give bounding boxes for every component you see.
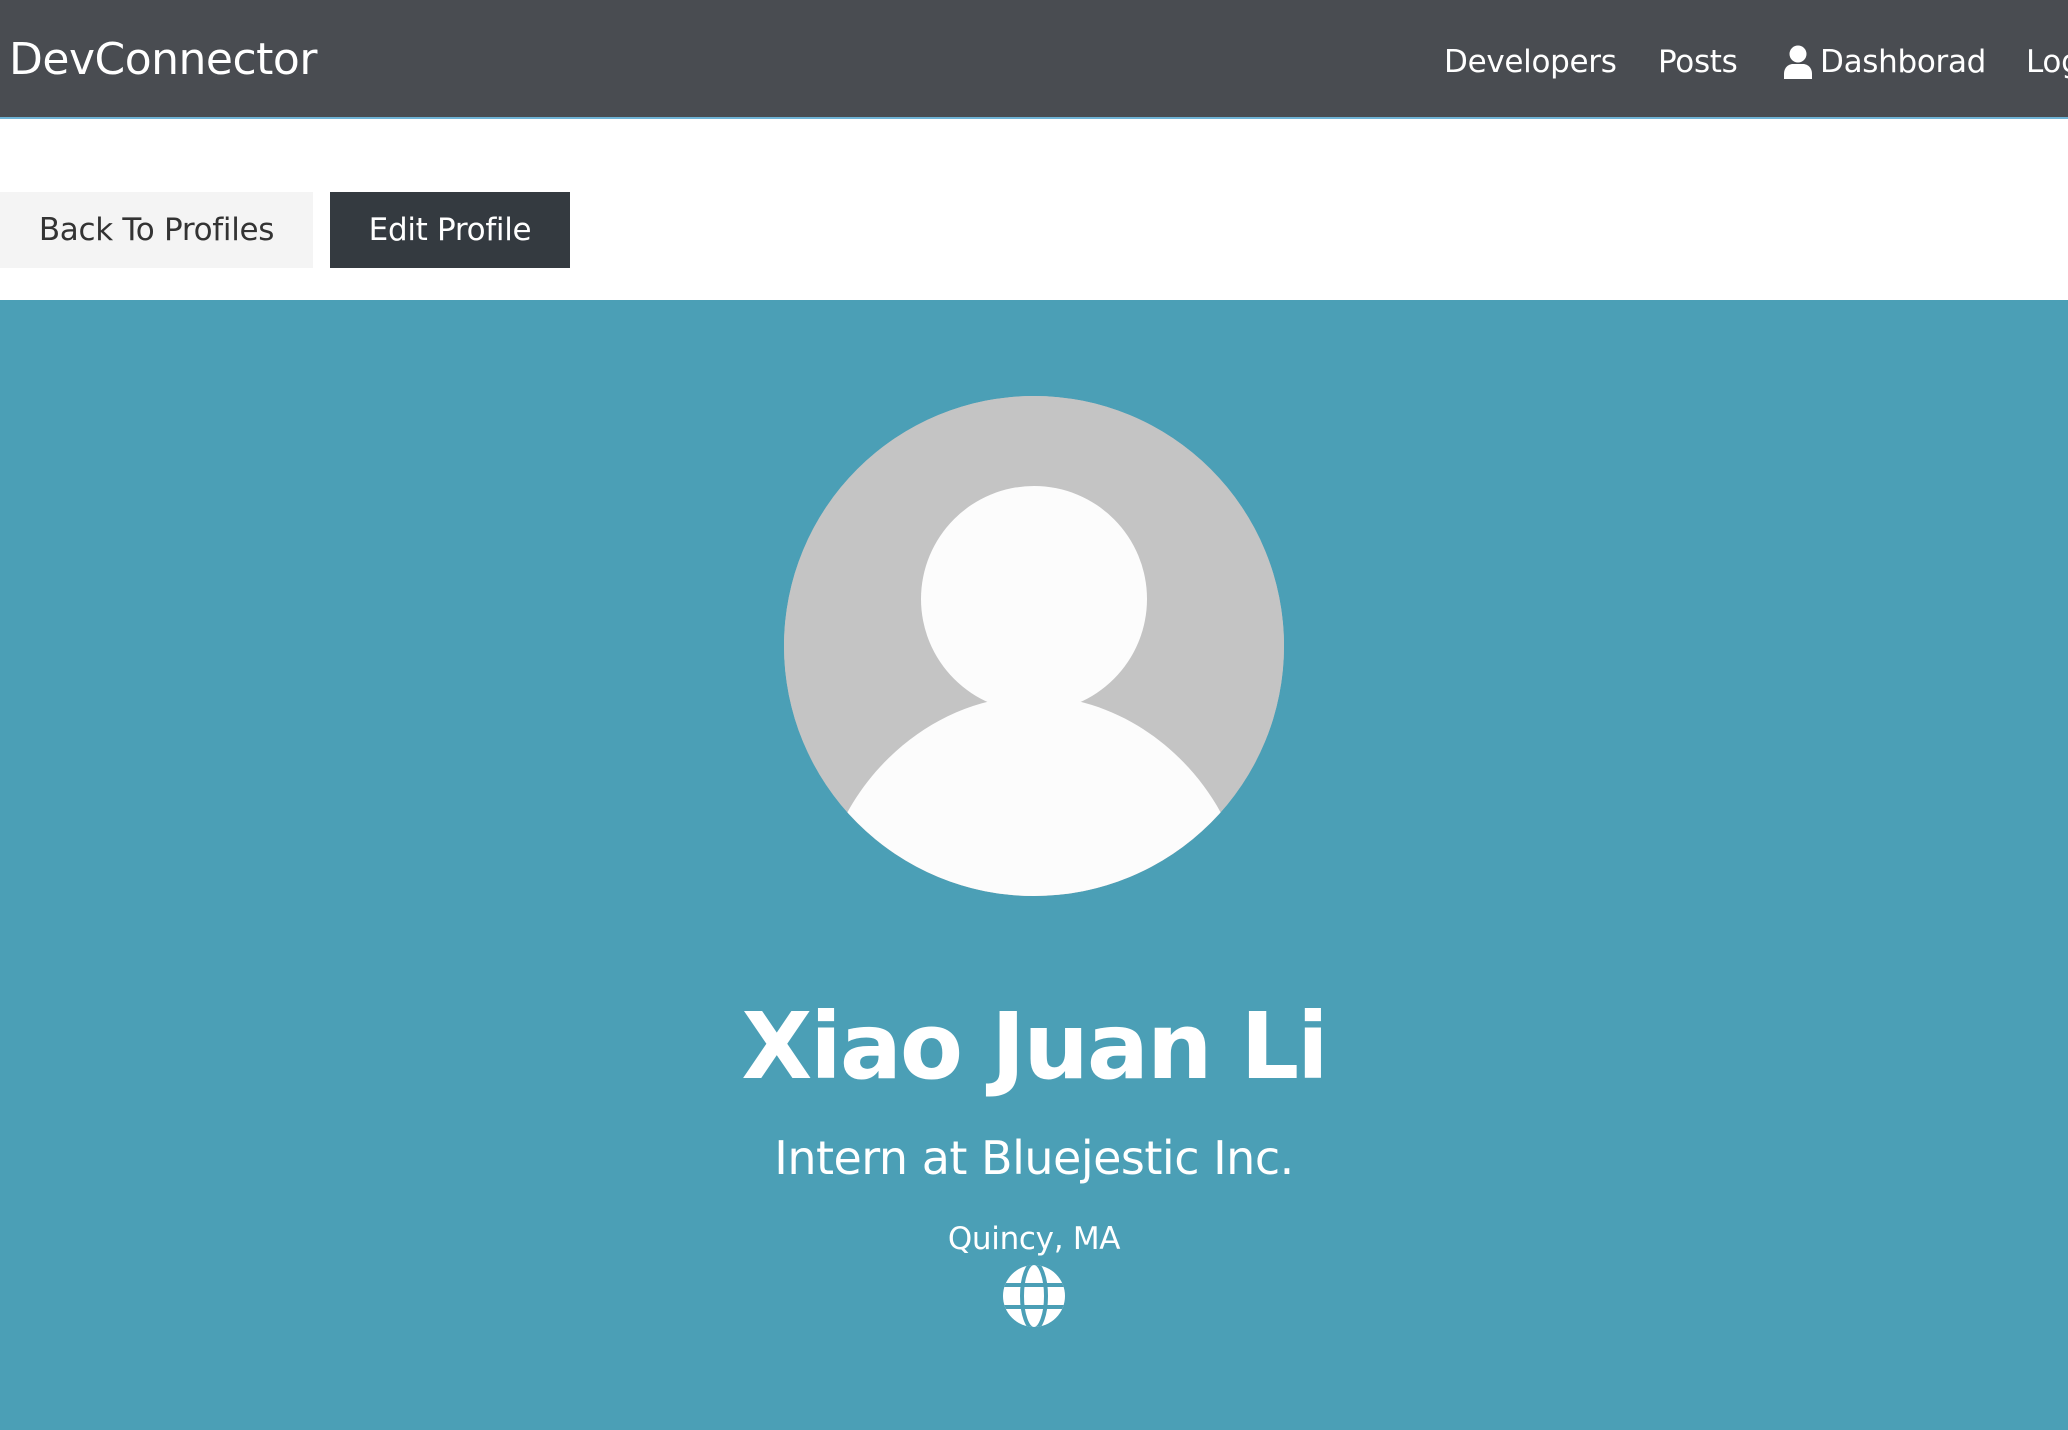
user-icon [1784, 45, 1812, 79]
globe-icon [1003, 1265, 1065, 1327]
default-avatar-icon [784, 396, 1284, 896]
nav-link-logout[interactable]: Log [2026, 40, 2068, 84]
navbar: DevConnector Developers Posts Dashborad … [0, 0, 2068, 119]
nav-link-posts[interactable]: Posts [1658, 40, 1738, 84]
nav-link-dashboard-label: Dashborad [1820, 44, 1987, 80]
edit-profile-button[interactable]: Edit Profile [330, 192, 570, 268]
nav-link-developers[interactable]: Developers [1444, 40, 1617, 84]
website-globe-icon[interactable] [1002, 1264, 1066, 1328]
brand-logo-link[interactable]: DevConnector [9, 30, 317, 90]
profile-status: Intern at Bluejestic Inc. [774, 1131, 1294, 1185]
profile-top: Xiao Juan Li Intern at Bluejestic Inc. Q… [0, 300, 2068, 1430]
avatar [784, 396, 1284, 896]
profile-location: Quincy, MA [947, 1221, 1121, 1257]
profile-name: Xiao Juan Li [741, 992, 1328, 1100]
back-to-profiles-button[interactable]: Back To Profiles [0, 192, 313, 268]
nav-link-dashboard[interactable]: Dashborad [1784, 40, 1986, 84]
